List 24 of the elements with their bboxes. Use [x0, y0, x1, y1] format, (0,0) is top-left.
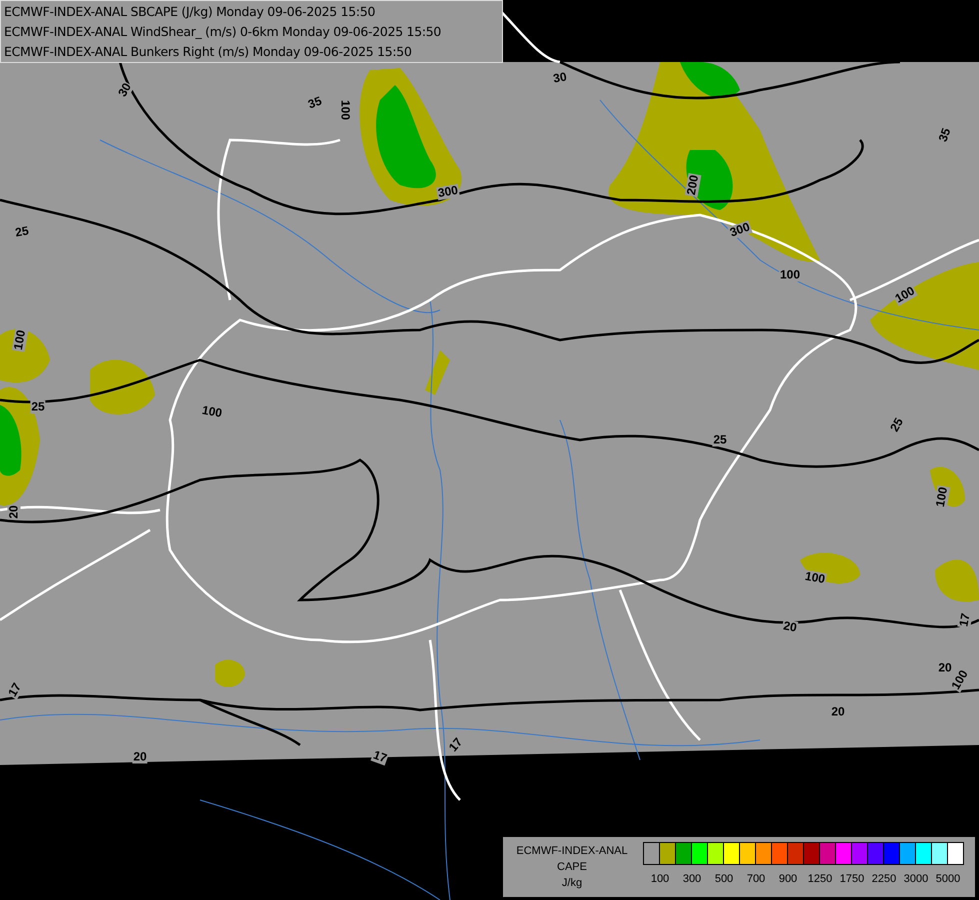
contour-label: 100: [778, 268, 802, 282]
contour-label: 25: [712, 434, 728, 446]
tick-label: 5000: [936, 873, 960, 885]
contour-label: 100: [338, 98, 352, 122]
contour-label: 25: [30, 400, 46, 414]
legend-title: ECMWF-INDEX-ANAL: [515, 844, 629, 859]
chart-title: ECMWF-INDEX-ANAL Bunkers Right (m/s) Monday 09-06-2025 15:50: [4, 43, 413, 61]
tick-label: 900: [778, 873, 798, 885]
tick-label: 500: [714, 873, 734, 885]
tick-label: 700: [746, 873, 766, 885]
tick-label: 3000: [904, 873, 928, 885]
contour-label: 20: [937, 662, 953, 674]
chart-title: ECMWF-INDEX-ANAL WindShear_ (m/s) 0-6km Monday 09-06-2025 15:50: [4, 23, 442, 41]
contour-label: 20: [8, 504, 20, 520]
contour-label: 20: [132, 750, 148, 764]
legend-title: CAPE: [556, 860, 588, 875]
legend-title: J/kg: [560, 876, 584, 891]
chart-title: ECMWF-INDEX-ANAL SBCAPE (J/kg) Monday 09-06-2025 15:50: [4, 3, 376, 21]
contour-label: 20: [830, 706, 846, 718]
tick-label: 300: [682, 873, 702, 885]
tick-label: 1750: [840, 873, 864, 885]
tick-label: 2250: [872, 873, 896, 885]
tick-label: 1250: [808, 873, 832, 885]
tick-label: 100: [650, 873, 670, 885]
